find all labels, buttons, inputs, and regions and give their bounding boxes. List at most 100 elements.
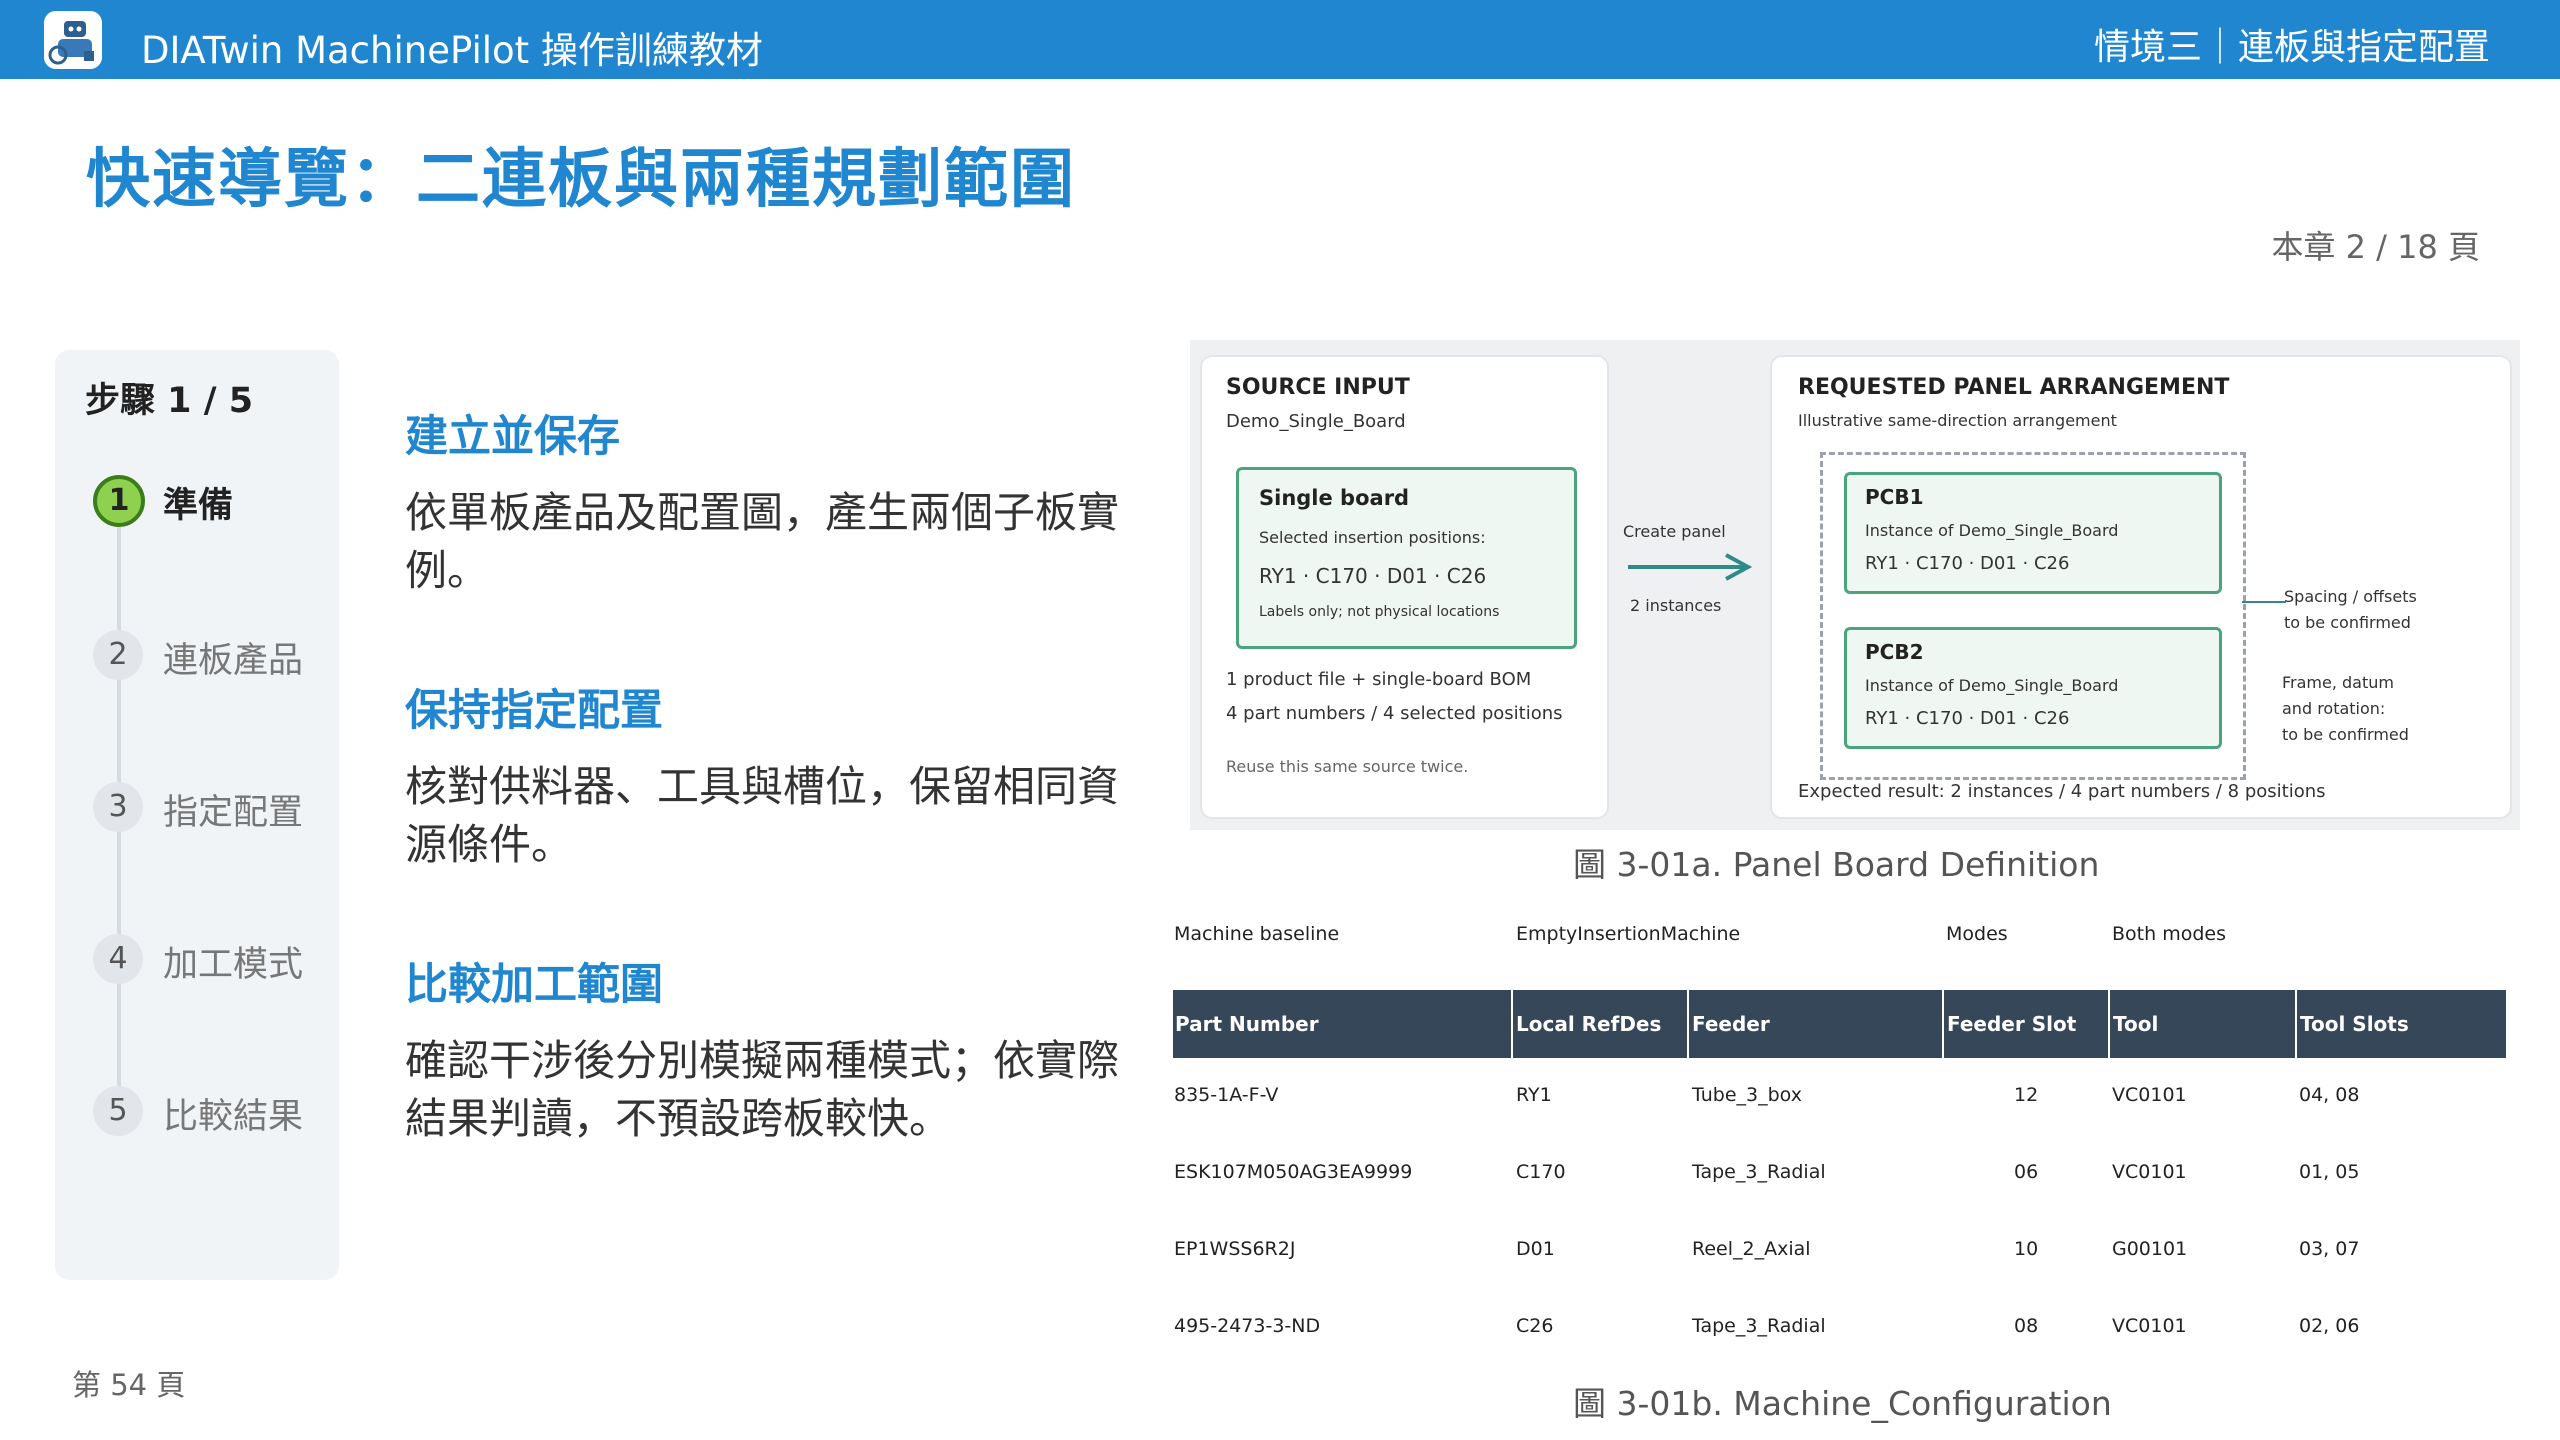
table-cell-feeder: Tape_3_Radial bbox=[1692, 1315, 1826, 1337]
step-item-panel-product[interactable]: 2 連板產品 bbox=[93, 630, 333, 690]
table-cell-refdes: C170 bbox=[1516, 1161, 1566, 1183]
table-cell-feeder: Tube_3_box bbox=[1692, 1084, 1802, 1106]
table-cell-part: ESK107M050AG3EA9999 bbox=[1174, 1161, 1413, 1183]
table-cell-tool-slots: 03, 07 bbox=[2299, 1238, 2360, 1260]
source-line-1: 1 product file + single-board BOM bbox=[1226, 669, 1532, 690]
page-title: 快速導覽：二連板與兩種規劃範圍 bbox=[86, 143, 1076, 217]
pcb1-title: PCB1 bbox=[1865, 485, 1924, 509]
source-line-2: 4 part numbers / 4 selected positions bbox=[1226, 703, 1563, 724]
source-title: SOURCE INPUT bbox=[1226, 375, 1410, 400]
steps-panel: 步驟 1 / 5 1 準備 2 連板產品 3 指定配置 4 加工模式 5 比較結… bbox=[55, 350, 339, 1280]
note-connector bbox=[2242, 601, 2286, 603]
meta-modes-label: Modes bbox=[1946, 923, 2008, 945]
note-spacing-1: Spacing / offsets bbox=[2284, 587, 2417, 606]
table-cell-refdes: D01 bbox=[1516, 1238, 1555, 1260]
figure-b-caption: 圖 3-01b. Machine_Configuration bbox=[1573, 1384, 2112, 1423]
table-cell-tool: G00101 bbox=[2112, 1238, 2188, 1260]
table-cell-feeder-slot: 12 bbox=[2014, 1084, 2039, 1106]
block-text: 依單板產品及配置圖，產生兩個子板實例。 bbox=[405, 488, 1120, 595]
content-block-create-save: 建立並保存 依單板產品及配置圖，產生兩個子板實例。 bbox=[405, 402, 1145, 600]
note-spacing-2: to be confirmed bbox=[2284, 613, 2411, 632]
source-input-card: SOURCE INPUT Demo_Single_Board Single bo… bbox=[1200, 355, 1609, 819]
single-board-box: Single board Selected insertion position… bbox=[1236, 467, 1577, 649]
step-number: 4 bbox=[93, 934, 143, 984]
table-cell-feeder-slot: 06 bbox=[2014, 1161, 2039, 1183]
block-text: 核對供料器、工具與槽位，保留相同資源條件。 bbox=[405, 762, 1120, 869]
single-board-subtitle: Selected insertion positions: bbox=[1259, 528, 1486, 547]
requested-subtitle: Illustrative same-direction arrangement bbox=[1798, 411, 2117, 430]
step-label: 指定配置 bbox=[163, 793, 304, 833]
table-cell-tool-slots: 02, 06 bbox=[2299, 1315, 2360, 1337]
pcb2-title: PCB2 bbox=[1865, 640, 1924, 664]
content-block-keep-config: 保持指定配置 核對供料器、工具與槽位，保留相同資源條件。 bbox=[405, 676, 1145, 874]
table-cell-feeder: Tape_3_Radial bbox=[1692, 1161, 1826, 1183]
column-divider bbox=[1687, 990, 1689, 1058]
note-frame-1: Frame, datum bbox=[2282, 673, 2394, 692]
table-cell-tool-slots: 04, 08 bbox=[2299, 1084, 2360, 1106]
arrow-label-bottom: 2 instances bbox=[1630, 596, 1722, 615]
content-block-compare-range: 比較加工範圍 確認干涉後分別模擬兩種模式；依實際結果判讀，不預設跨板較快。 bbox=[405, 950, 1145, 1148]
arrow-label-top: Create panel bbox=[1623, 522, 1726, 541]
table-cell-feeder: Reel_2_Axial bbox=[1692, 1238, 1811, 1260]
table-cell-tool: VC0101 bbox=[2112, 1161, 2187, 1183]
col-local-refdes: Local RefDes bbox=[1516, 1012, 1662, 1036]
panel-board-definition-figure: SOURCE INPUT Demo_Single_Board Single bo… bbox=[1190, 340, 2520, 830]
column-divider bbox=[1511, 990, 1513, 1058]
col-part-number: Part Number bbox=[1175, 1012, 1319, 1036]
table-cell-tool: VC0101 bbox=[2112, 1315, 2187, 1337]
figure-a-caption: 圖 3-01a. Panel Board Definition bbox=[1573, 845, 2100, 884]
col-feeder-slot: Feeder Slot bbox=[1947, 1012, 2077, 1036]
pcb1-box: PCB1 Instance of Demo_Single_Board RY1 ·… bbox=[1844, 472, 2222, 594]
step-label: 準備 bbox=[163, 486, 234, 526]
step-item-process-mode[interactable]: 4 加工模式 bbox=[93, 934, 333, 994]
block-text: 確認干涉後分別模擬兩種模式；依實際結果判讀，不預設跨板較快。 bbox=[405, 1036, 1120, 1143]
column-divider bbox=[2108, 990, 2110, 1058]
steps-title: 步驟 1 / 5 bbox=[85, 381, 254, 421]
step-item-compare-results[interactable]: 5 比較結果 bbox=[93, 1086, 333, 1146]
note-frame-3: to be confirmed bbox=[2282, 725, 2409, 744]
table-cell-tool-slots: 01, 05 bbox=[2299, 1161, 2360, 1183]
machine-config-table-header: Part Number Local RefDes Feeder Feeder S… bbox=[1173, 990, 2506, 1058]
table-cell-refdes: C26 bbox=[1516, 1315, 1554, 1337]
meta-baseline-value: EmptyInsertionMachine bbox=[1516, 923, 1741, 945]
table-cell-part: 495-2473-3-ND bbox=[1174, 1315, 1321, 1337]
meta-baseline-label: Machine baseline bbox=[1174, 923, 1340, 945]
col-feeder: Feeder bbox=[1692, 1012, 1770, 1036]
pcb2-box: PCB2 Instance of Demo_Single_Board RY1 ·… bbox=[1844, 627, 2222, 749]
column-divider bbox=[1942, 990, 1944, 1058]
robot-logo-icon bbox=[44, 11, 102, 69]
step-number: 2 bbox=[93, 630, 143, 680]
chapter-page-indicator: 本章 2 / 18 頁 bbox=[2271, 228, 2480, 266]
meta-modes-value: Both modes bbox=[2112, 923, 2226, 945]
block-title: 建立並保存 bbox=[405, 412, 620, 462]
table-cell-feeder-slot: 08 bbox=[2014, 1315, 2039, 1337]
col-tool: Tool bbox=[2113, 1012, 2159, 1036]
table-cell-refdes: RY1 bbox=[1516, 1084, 1552, 1106]
single-board-note: Labels only; not physical locations bbox=[1259, 604, 1500, 620]
table-cell-part: 835-1A-F-V bbox=[1174, 1084, 1279, 1106]
col-tool-slots: Tool Slots bbox=[2300, 1012, 2409, 1036]
arrow-right-icon bbox=[1628, 553, 1753, 581]
step-number: 1 bbox=[93, 475, 145, 527]
source-line-3: Reuse this same source twice. bbox=[1226, 757, 1469, 776]
top-bar: DIATwin MachinePilot 操作訓練教材 情境三｜連板與指定配置 bbox=[0, 0, 2560, 79]
step-label: 連板產品 bbox=[163, 641, 304, 681]
pcb1-subtitle: Instance of Demo_Single_Board bbox=[1865, 521, 2119, 540]
table-cell-tool: VC0101 bbox=[2112, 1084, 2187, 1106]
source-subtitle: Demo_Single_Board bbox=[1226, 411, 1406, 432]
requested-panel-card: REQUESTED PANEL ARRANGEMENT Illustrative… bbox=[1770, 355, 2512, 819]
table-cell-feeder-slot: 10 bbox=[2014, 1238, 2039, 1260]
pcb2-subtitle: Instance of Demo_Single_Board bbox=[1865, 676, 2119, 695]
step-item-prepare[interactable]: 1 準備 bbox=[93, 475, 333, 535]
step-label: 比較結果 bbox=[163, 1097, 304, 1137]
block-title: 保持指定配置 bbox=[405, 686, 663, 736]
pcb1-refs: RY1 · C170 · D01 · C26 bbox=[1865, 553, 2070, 574]
step-item-assigned-config[interactable]: 3 指定配置 bbox=[93, 782, 333, 842]
column-divider bbox=[2295, 990, 2297, 1058]
step-number: 5 bbox=[93, 1086, 143, 1136]
step-number: 3 bbox=[93, 782, 143, 832]
app-title: DIATwin MachinePilot 操作訓練教材 bbox=[141, 29, 763, 72]
block-title: 比較加工範圍 bbox=[405, 960, 663, 1010]
page-number: 第 54 頁 bbox=[72, 1368, 186, 1402]
requested-title: REQUESTED PANEL ARRANGEMENT bbox=[1798, 375, 2230, 400]
